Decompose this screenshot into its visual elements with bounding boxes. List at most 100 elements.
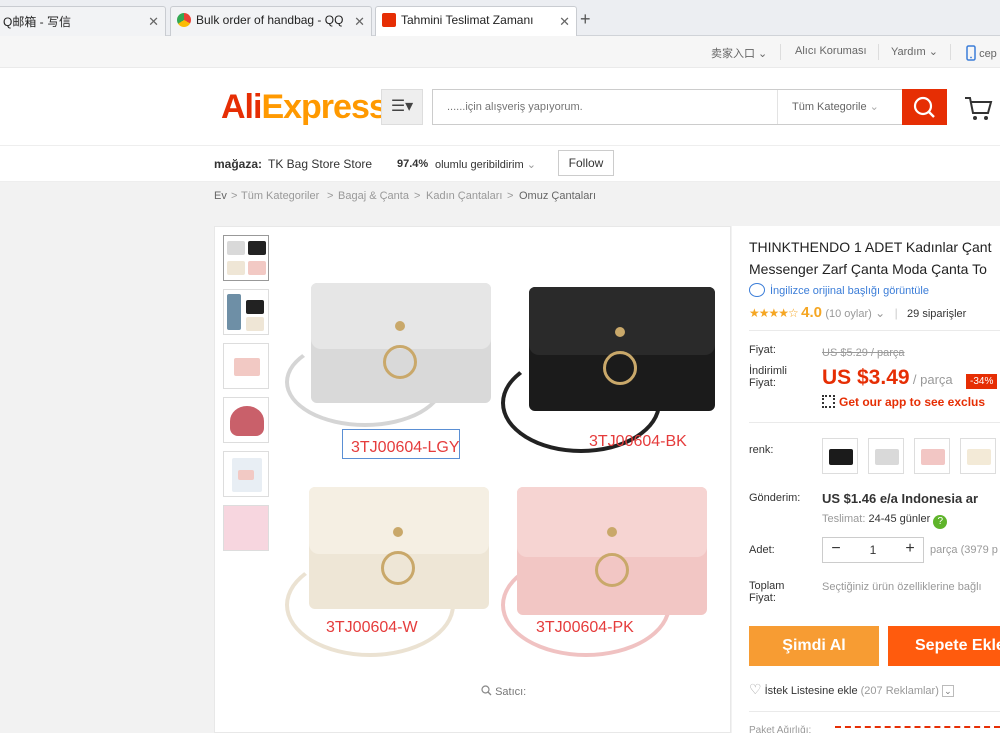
help-menu[interactable]: Yardım ⌄ <box>891 45 938 58</box>
quantity-input[interactable]: 1 <box>853 543 893 557</box>
package-weight-bar <box>835 726 1000 733</box>
store-name-link[interactable]: TK Bag Store Store <box>268 157 372 171</box>
rating-value: 4.0 <box>801 304 822 321</box>
total-price-hint: Seçtiğiniz ürün özelliklerine bağlı <box>822 581 982 593</box>
cart-icon[interactable] <box>963 93 993 123</box>
increase-quantity-button[interactable]: + <box>899 540 921 558</box>
price-row: US $3.49 / parça -34% <box>822 366 998 390</box>
follow-button[interactable]: Follow <box>558 150 614 176</box>
tab-title: Bulk order of handbag - QQ <box>196 13 344 27</box>
shipping-label: Gönderim: <box>749 492 801 504</box>
breadcrumb-all-categories[interactable]: Tüm Kategoriler <box>241 190 319 202</box>
search-bar: Tüm Kategorile ⌄ <box>432 89 902 125</box>
site-header: AliExpress™ ☰▾ Tüm Kategorile ⌄ <box>0 68 1000 146</box>
breadcrumb-home[interactable]: Ev <box>214 190 227 202</box>
product-title: THINKTHENDO 1 ADET Kadınlar Çant Messeng… <box>749 239 992 277</box>
app-promo-link[interactable]: Get our app to see exclus <box>822 395 985 409</box>
shipping-info[interactable]: US $1.46 e/a Indonesia ar <box>822 491 978 506</box>
search-icon <box>481 685 492 696</box>
breadcrumb-womens-bags[interactable]: Kadın Çantaları <box>426 190 502 202</box>
aliexpress-logo[interactable]: AliExpress™ <box>221 88 394 127</box>
delivery-time: Teslimat: 24-45 günler ? <box>822 513 948 529</box>
browser-tab-bulk-order[interactable]: Bulk order of handbag - QQ ✕ <box>170 6 372 36</box>
color-swatch-black[interactable] <box>822 438 858 474</box>
divider <box>749 330 1000 331</box>
gallery-thumbnail[interactable] <box>223 343 269 389</box>
decrease-quantity-button[interactable]: − <box>825 540 847 558</box>
aliexpress-favicon-icon <box>382 13 396 27</box>
package-weight-label: Paket Ağırlığı: <box>749 725 812 733</box>
browser-tab-bar: Q邮箱 - 写信 ✕ Bulk order of handbag - QQ ✕ … <box>0 0 1000 37</box>
color-swatch-gray[interactable] <box>868 438 904 474</box>
product-gallery: 3TJ00604-LGY 3TJ00604-BK 3TJ00604-W 3TJ0… <box>214 226 731 733</box>
breadcrumb-sep: > <box>414 190 421 202</box>
price-label: Fiyat: <box>749 344 776 356</box>
hamburger-icon: ☰▾ <box>390 98 414 115</box>
seller-watermark: Satıcı: <box>481 685 526 698</box>
product-main-image[interactable]: 3TJ00604-LGY 3TJ00604-BK 3TJ00604-W 3TJ0… <box>281 267 721 687</box>
search-input[interactable] <box>433 90 773 124</box>
browser-tab-qqmail[interactable]: Q邮箱 - 写信 ✕ <box>0 6 166 36</box>
search-icon <box>913 96 935 118</box>
divider <box>780 44 781 60</box>
total-price-label: Toplam Fiyat: <box>749 580 785 604</box>
divider <box>950 44 951 60</box>
gallery-thumbnail[interactable] <box>223 235 269 281</box>
heart-icon: ♡ <box>749 681 762 697</box>
gallery-thumbnail[interactable] <box>223 451 269 497</box>
discount-badge: -34% <box>966 374 998 389</box>
product-code-label: 3TJ00604-PK <box>536 619 634 636</box>
close-tab-icon[interactable]: ✕ <box>559 14 570 30</box>
qr-code-icon <box>822 395 835 408</box>
close-tab-icon[interactable]: ✕ <box>148 14 159 30</box>
tab-title: Tahmini Teslimat Zamanı <box>401 13 534 27</box>
old-price: US $5.29 / parça <box>822 347 905 359</box>
breadcrumb-shoulder-bags[interactable]: Omuz Çantaları <box>519 190 596 202</box>
mobile-app-link[interactable]: cep <box>966 45 997 61</box>
breadcrumb: Ev > Tüm Kategoriler > Bagaj & Çanta > K… <box>0 182 1000 210</box>
buy-now-button[interactable]: Şimdi Al <box>749 626 879 666</box>
feedback-link[interactable]: olumlu geribildirim ⌄ <box>435 158 536 171</box>
category-menu-button[interactable]: ☰▾ <box>381 89 423 125</box>
gallery-thumbnail[interactable] <box>223 397 269 443</box>
color-swatch-pink[interactable] <box>914 438 950 474</box>
bag-image-white <box>309 487 489 609</box>
tab-title: Q邮箱 - 写信 <box>3 15 71 29</box>
store-label: mağaza: <box>214 157 263 171</box>
feedback-percent: 97.4% <box>397 158 429 170</box>
chevron-down-icon: ⌄ <box>941 685 954 697</box>
gallery-thumbnail[interactable] <box>223 289 269 335</box>
help-icon[interactable]: ? <box>933 515 948 529</box>
add-to-cart-button[interactable]: Sepete Ekle <box>888 626 1000 666</box>
buyer-protection-link[interactable]: Alıcı Koruması <box>795 45 867 57</box>
product-code-label: 3TJ00604-LGY <box>351 439 460 456</box>
search-category-select[interactable]: Tüm Kategorile ⌄ <box>777 90 903 124</box>
new-tab-button[interactable]: + <box>580 9 591 30</box>
browser-tab-delivery[interactable]: Tahmini Teslimat Zamanı ✕ <box>375 6 577 37</box>
product-info-panel: THINKTHENDO 1 ADET Kadınlar Çant Messeng… <box>732 226 1000 733</box>
bag-image-black <box>529 287 715 411</box>
browser-favicon-icon <box>177 13 191 27</box>
breadcrumb-sep: > <box>231 190 238 202</box>
breadcrumb-sep: > <box>507 190 514 202</box>
divider <box>749 422 1000 423</box>
seller-entry-link[interactable]: 卖家入口 ⌄ <box>711 45 767 61</box>
divider <box>749 711 1000 712</box>
color-label: renk: <box>749 444 774 456</box>
breadcrumb-sep: > <box>327 190 334 202</box>
current-price: US $3.49 <box>822 366 910 389</box>
search-button[interactable] <box>902 89 947 125</box>
close-tab-icon[interactable]: ✕ <box>354 14 365 30</box>
wishlist-link[interactable]: ♡ İstek Listesine ekle (207 Reklamlar) ⌄ <box>749 681 954 698</box>
product-code-label: 3TJ00604-W <box>326 619 418 636</box>
color-swatch-white[interactable] <box>960 438 996 474</box>
discount-price-label: İndirimli Fiyat: <box>749 365 787 389</box>
rating-count[interactable]: (10 oylar) <box>825 308 871 320</box>
store-bar: mağaza: TK Bag Store Store 97.4% olumlu … <box>0 146 1000 182</box>
translate-title-link[interactable]: İngilizce orijinal başlığı görüntüle <box>749 283 929 297</box>
breadcrumb-luggage[interactable]: Bagaj & Çanta <box>338 190 409 202</box>
gallery-thumbnail[interactable] <box>223 505 269 551</box>
stock-info: parça (3979 p <box>930 544 998 556</box>
quantity-label: Adet: <box>749 544 775 556</box>
top-utility-bar: 卖家入口 ⌄ Alıcı Koruması Yardım ⌄ cep <box>0 36 1000 68</box>
